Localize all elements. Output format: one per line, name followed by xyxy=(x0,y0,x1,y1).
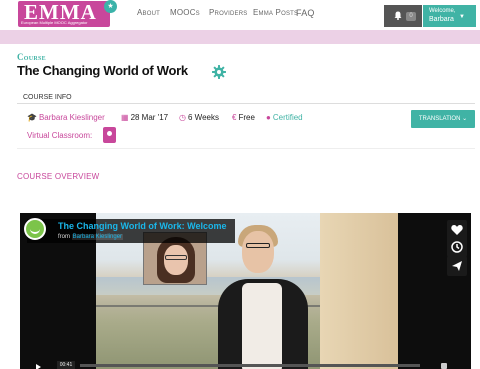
user-welcome: Welcome, xyxy=(429,8,456,14)
translation-label: TRANSLATION xyxy=(418,116,461,122)
presenter-glasses xyxy=(246,243,270,248)
calendar-icon: ▦ xyxy=(121,113,129,122)
nav-moocs[interactable]: MOOCs xyxy=(170,8,200,17)
course-label: Course xyxy=(17,52,46,62)
course-price: € Free xyxy=(232,113,255,122)
tab-course-info[interactable]: COURSE INFO xyxy=(23,94,72,101)
nav-emma-posts[interactable]: Emma Posts xyxy=(253,8,298,17)
clock-icon: ◷ xyxy=(179,113,186,122)
graduation-cap-icon: 🎓 xyxy=(27,113,37,122)
emma-logo[interactable]: EMMA European Multiple MOOC Aggregator ★ xyxy=(18,0,117,28)
user-name: Barbara xyxy=(429,16,454,23)
video-byline: from Barbara Kieslinger xyxy=(58,234,124,240)
presenter-shirt xyxy=(242,283,282,369)
share-button[interactable] xyxy=(447,256,467,276)
course-duration: ◷ 6 Weeks xyxy=(179,113,219,122)
nav-faq[interactable]: FAQ xyxy=(296,8,315,18)
top-header: EMMA European Multiple MOOC Aggregator ★… xyxy=(0,0,480,30)
course-author[interactable]: 🎓 Barbara Kieslinger xyxy=(27,113,105,122)
volume-icon[interactable] xyxy=(441,363,447,369)
price-value: Free xyxy=(238,113,255,122)
classroom-icon[interactable] xyxy=(103,127,116,143)
euro-icon: € xyxy=(232,113,237,122)
video-time: 00:41 xyxy=(57,361,75,369)
inset-glasses xyxy=(165,255,187,260)
nav-about[interactable]: About xyxy=(137,8,160,17)
user-menu-button[interactable]: Welcome, Barbara ▼ xyxy=(423,5,476,27)
gear-icon[interactable] xyxy=(212,65,226,79)
send-icon xyxy=(452,261,462,271)
watch-later-button[interactable] xyxy=(447,237,467,257)
virtual-classroom-label: Virtual Classroom: xyxy=(27,131,93,140)
video-player[interactable]: The Changing World of Work: Welcome from… xyxy=(20,213,471,369)
heart-icon xyxy=(451,225,463,235)
certified-value: Certified xyxy=(272,113,303,122)
clock-later-icon xyxy=(451,241,463,253)
play-icon[interactable] xyxy=(36,364,41,369)
header-band xyxy=(0,30,480,44)
notifications-button[interactable]: 0 xyxy=(384,5,422,27)
course-title: The Changing World of Work xyxy=(17,63,188,78)
date-value: 28 Mar '17 xyxy=(130,113,169,122)
byline-from: from xyxy=(58,234,70,240)
seek-bar[interactable] xyxy=(80,364,420,367)
course-info-tabbar: COURSE INFO xyxy=(17,92,475,104)
byline-author[interactable]: Barbara Kieslinger xyxy=(71,234,124,240)
logo-badge-icon: ★ xyxy=(104,0,117,13)
course-date: ▦ 28 Mar '17 xyxy=(121,113,168,122)
video-background-room xyxy=(320,213,398,369)
duration-value: 6 Weeks xyxy=(187,113,219,122)
nav-providers[interactable]: Providers xyxy=(209,8,247,17)
author-name: Barbara Kieslinger xyxy=(38,113,105,122)
course-overview-heading: COURSE OVERVIEW xyxy=(17,172,100,181)
chevron-down-icon: ⌄ xyxy=(462,116,468,122)
translation-button[interactable]: TRANSLATION ⌄ xyxy=(411,110,475,128)
course-certified: ● Certified xyxy=(266,113,303,122)
notification-count: 0 xyxy=(406,12,416,21)
chevron-down-icon: ▼ xyxy=(459,14,465,20)
bell-icon xyxy=(394,11,402,20)
channel-avatar[interactable] xyxy=(24,218,46,240)
presenter-head xyxy=(242,231,274,273)
certified-icon: ● xyxy=(266,113,271,122)
logo-tagline: European Multiple MOOC Aggregator xyxy=(21,20,88,25)
page: EMMA European Multiple MOOC Aggregator ★… xyxy=(0,0,480,369)
inset-face xyxy=(164,245,188,275)
divider xyxy=(17,148,475,149)
video-title[interactable]: The Changing World of Work: Welcome xyxy=(58,221,227,231)
